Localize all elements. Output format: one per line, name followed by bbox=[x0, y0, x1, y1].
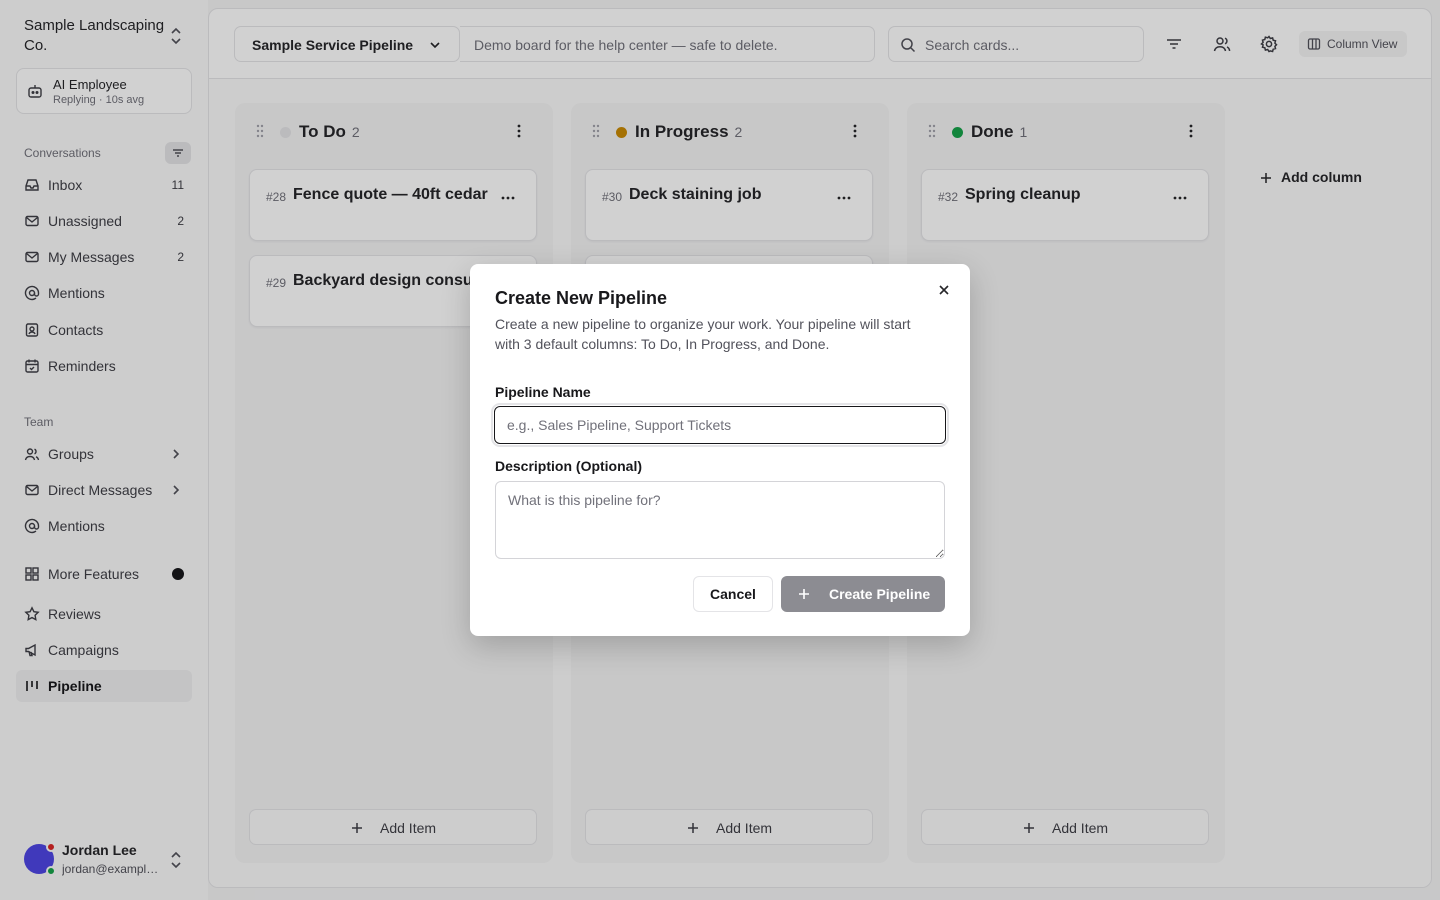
cancel-button[interactable]: Cancel bbox=[693, 576, 773, 612]
create-pipeline-button[interactable]: Create Pipeline bbox=[781, 576, 945, 612]
description-label: Description (Optional) bbox=[495, 458, 642, 474]
pipeline-name-label: Pipeline Name bbox=[495, 384, 591, 400]
description-textarea[interactable] bbox=[495, 481, 945, 559]
dialog-description: Create a new pipeline to organize your w… bbox=[495, 316, 911, 352]
create-pipeline-label: Create Pipeline bbox=[829, 586, 931, 602]
close-icon[interactable] bbox=[936, 282, 952, 298]
create-pipeline-dialog: Create New Pipeline Create a new pipelin… bbox=[470, 264, 970, 636]
plus-icon bbox=[799, 589, 809, 599]
pipeline-name-input[interactable] bbox=[491, 403, 949, 447]
dialog-title: Create New Pipeline bbox=[495, 288, 668, 308]
